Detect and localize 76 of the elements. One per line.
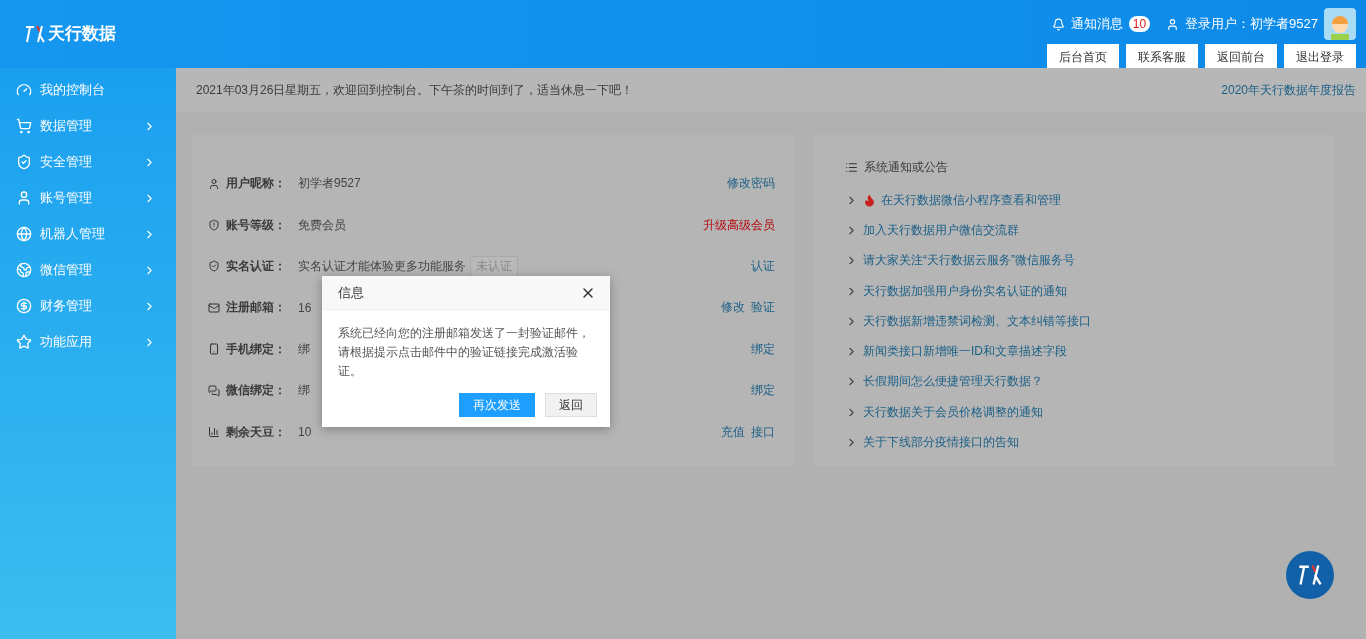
action-link[interactable]: 验证 (751, 299, 775, 317)
shield-icon (208, 260, 220, 273)
user-label: 登录用户：初学者9527 (1185, 15, 1318, 33)
sidebar-item[interactable]: 功能应用 (0, 324, 176, 360)
field-label: 账号等级： (226, 216, 287, 234)
sidebar-item[interactable]: 我的控制台 (0, 72, 176, 108)
field-value: 10 (298, 425, 312, 440)
cart-icon (16, 118, 32, 134)
notifications-link[interactable]: 通知消息 (1070, 15, 1123, 33)
dialog-message: 系统已经向您的注册邮箱发送了一封验证邮件，请根据提示点击邮件中的验证链接完成激活验证。 (337, 325, 591, 380)
action-link[interactable]: 绑定 (751, 382, 775, 400)
dialog-title: 信息 (338, 283, 364, 302)
chat-icon (208, 384, 220, 397)
field-value: 绑 (298, 340, 310, 358)
action-link[interactable]: 修改密码 (727, 175, 775, 193)
notice-link[interactable]: 请大家关注“天行数据云服务”微信服务号 (863, 252, 1075, 270)
coin-icon (16, 298, 32, 314)
user-icon (208, 177, 220, 190)
notice-link[interactable]: 新闻类接口新增唯一ID和文章描述字段 (863, 343, 1067, 361)
notice-link[interactable]: 在天行数据微信小程序查看和管理 (881, 191, 1061, 209)
sidebar-item[interactable]: 安全管理 (0, 144, 176, 180)
dialog-button[interactable]: 再次发送 (459, 393, 535, 417)
notice-title: 系统通知或公告 (864, 158, 948, 176)
notice-link[interactable]: 天行数据关于会员价格调整的通知 (863, 403, 1043, 421)
notice-link[interactable]: 天行数据新增违禁词检测、文本纠错等接口 (863, 312, 1091, 330)
notification-count: 10 (1128, 16, 1151, 32)
report-link[interactable]: 2020年天行数据年度报告 (1221, 81, 1356, 99)
field-value: 实名认证才能体验更多功能服务 (298, 257, 466, 275)
field-label: 手机绑定： (226, 340, 287, 358)
action-link[interactable]: 修改 (721, 299, 745, 317)
phone-icon (208, 343, 220, 356)
field-value: 16 (298, 300, 312, 315)
field-label: 实名认证： (226, 257, 287, 275)
list-icon (845, 160, 858, 174)
field-value: 初学者9527 (298, 175, 361, 193)
user-icon (1166, 17, 1180, 31)
header-button[interactable]: 联系客服 (1126, 44, 1198, 68)
sidebar-item[interactable]: 账号管理 (0, 180, 176, 216)
star-icon (16, 334, 32, 350)
shield-icon (208, 219, 220, 232)
mail-icon (208, 301, 220, 314)
header-button[interactable]: 退出登录 (1284, 44, 1356, 68)
notice-link[interactable]: 天行数据加强用户身份实名认证的通知 (863, 282, 1067, 300)
user-icon (16, 190, 32, 206)
field-value: 绑 (298, 382, 310, 400)
notice-link[interactable]: 长假期间怎么便捷管理天行数据？ (863, 373, 1043, 391)
field-label: 用户昵称： (226, 175, 287, 193)
floating-logo-button[interactable] (1286, 551, 1334, 599)
action-link[interactable]: 升级高级会员 (703, 216, 775, 234)
action-link[interactable]: 充值 (721, 423, 745, 441)
sidebar-item[interactable]: 财务管理 (0, 288, 176, 324)
shield-icon (16, 154, 32, 170)
header-button[interactable]: 后台首页 (1047, 44, 1119, 68)
sidebar-item[interactable]: 机器人管理 (0, 216, 176, 252)
welcome-text: 2021年03月26日星期五，欢迎回到控制台。下午茶的时间到了，适当休息一下吧！ (196, 81, 634, 99)
sidebar-item[interactable]: 微信管理 (0, 252, 176, 288)
action-link[interactable]: 绑定 (751, 340, 775, 358)
field-label: 剩余天豆： (226, 423, 287, 441)
field-value: 免费会员 (298, 216, 346, 234)
header-button[interactable]: 返回前台 (1205, 44, 1277, 68)
notice-link[interactable]: 加入天行数据用户微信交流群 (863, 221, 1019, 239)
bar-chart-icon (208, 426, 220, 439)
logo-text: 天行数据 (48, 23, 116, 45)
field-label: 注册邮箱： (226, 299, 287, 317)
logo-icon (1297, 563, 1323, 587)
notice-link[interactable]: 关于下线部分疫情接口的告知 (863, 434, 1019, 451)
globe-icon (16, 226, 32, 242)
field-label: 微信绑定： (226, 382, 287, 400)
globe-icon (16, 262, 32, 278)
logo-icon (24, 23, 46, 44)
action-link[interactable]: 认证 (751, 257, 775, 275)
action-link[interactable]: 接口 (751, 423, 775, 441)
gauge-icon (16, 82, 32, 98)
sidebar-item[interactable]: 数据管理 (0, 108, 176, 144)
bell-icon (1051, 17, 1065, 31)
dialog-button[interactable]: 返回 (545, 393, 597, 417)
